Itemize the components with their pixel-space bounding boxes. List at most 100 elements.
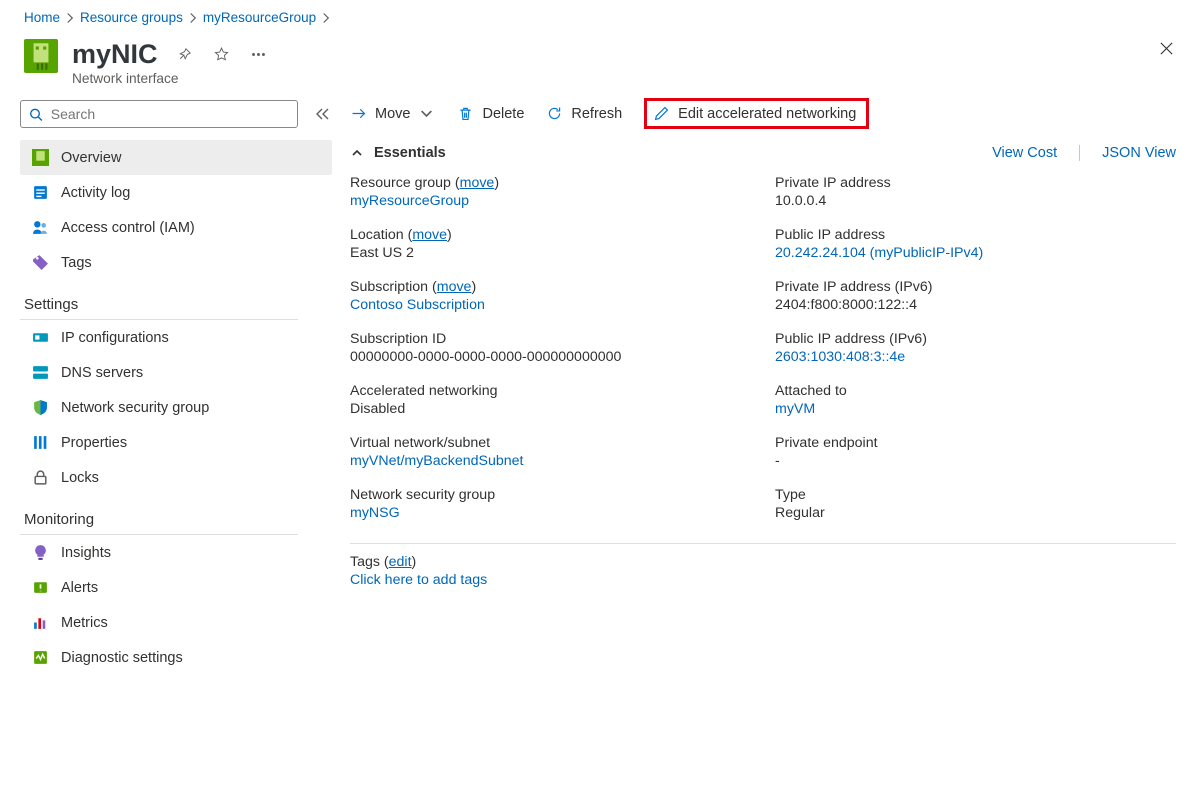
label-accelerated-networking: Accelerated networking bbox=[350, 383, 751, 399]
sidebar-item-diagnostic-settings[interactable]: Diagnostic settings bbox=[20, 640, 332, 675]
page-subtitle: Network interface bbox=[72, 71, 1157, 86]
label-attached-to: Attached to bbox=[775, 383, 1176, 399]
move-loc-link[interactable]: move bbox=[412, 227, 447, 243]
close-button[interactable] bbox=[1157, 39, 1176, 58]
insights-icon bbox=[32, 544, 49, 561]
edit-tags-link[interactable]: edit bbox=[389, 554, 412, 570]
sidebar-item-label: Properties bbox=[61, 435, 127, 451]
sidebar-item-label: Activity log bbox=[61, 185, 130, 201]
sidebar-item-metrics[interactable]: Metrics bbox=[20, 605, 332, 640]
move-button[interactable]: Move bbox=[350, 105, 435, 122]
refresh-icon bbox=[546, 105, 563, 122]
arrow-right-icon bbox=[350, 105, 367, 122]
star-icon bbox=[213, 46, 230, 63]
close-icon bbox=[1159, 41, 1174, 56]
value-nsg[interactable]: myNSG bbox=[350, 505, 400, 521]
sidebar-item-tags[interactable]: Tags bbox=[20, 245, 332, 280]
label-private-ip-v6: Private IP address (IPv6) bbox=[775, 279, 1176, 295]
sidebar-item-label: Tags bbox=[61, 255, 92, 271]
sidebar-item-overview[interactable]: Overview bbox=[20, 140, 332, 175]
value-subscription[interactable]: Contoso Subscription bbox=[350, 297, 485, 313]
search-input-wrap[interactable] bbox=[20, 100, 298, 128]
alerts-icon bbox=[32, 579, 49, 596]
ellipsis-icon bbox=[250, 46, 267, 63]
search-input[interactable] bbox=[51, 106, 289, 122]
collapse-sidebar-button[interactable] bbox=[312, 104, 332, 124]
more-button[interactable] bbox=[248, 44, 269, 65]
value-vnet-subnet[interactable]: myVNet/myBackendSubnet bbox=[350, 453, 524, 469]
sidebar-item-label: Metrics bbox=[61, 615, 108, 631]
value-public-ip-v6[interactable]: 2603:1030:408:3::4e bbox=[775, 349, 905, 365]
sidebar-item-dns-servers[interactable]: DNS servers bbox=[20, 355, 332, 390]
value-private-ip-v6: 2404:f800:8000:122::4 bbox=[775, 297, 1176, 313]
breadcrumb: Home Resource groups myResourceGroup bbox=[0, 0, 1200, 25]
value-type: Regular bbox=[775, 505, 1176, 521]
label-type: Type bbox=[775, 487, 1176, 503]
sidebar-item-label: Alerts bbox=[61, 580, 98, 596]
add-tags-link[interactable]: Click here to add tags bbox=[350, 572, 487, 588]
value-resource-group[interactable]: myResourceGroup bbox=[350, 193, 469, 209]
edit-accelerated-networking-button[interactable]: Edit accelerated networking bbox=[653, 105, 856, 122]
json-view-link[interactable]: JSON View bbox=[1102, 145, 1176, 161]
sidebar-item-activity-log[interactable]: Activity log bbox=[20, 175, 332, 210]
sidebar-item-label: Network security group bbox=[61, 400, 209, 416]
metrics-icon bbox=[32, 614, 49, 631]
essentials-title: Essentials bbox=[374, 145, 446, 161]
label-private-endpoint: Private endpoint bbox=[775, 435, 1176, 451]
sidebar: Overview Activity log Access control (IA… bbox=[0, 86, 340, 675]
value-accelerated-networking: Disabled bbox=[350, 401, 751, 417]
overview-icon bbox=[32, 149, 49, 166]
chevron-double-left-icon bbox=[314, 106, 330, 122]
sidebar-item-insights[interactable]: Insights bbox=[20, 535, 332, 570]
pin-icon bbox=[176, 46, 193, 63]
network-interface-icon bbox=[24, 39, 58, 73]
sidebar-item-label: Overview bbox=[61, 150, 121, 166]
label-public-ip-v6: Public IP address (IPv6) bbox=[775, 331, 1176, 347]
value-private-endpoint: - bbox=[775, 453, 1176, 469]
value-location: East US 2 bbox=[350, 245, 751, 261]
sidebar-item-access-control[interactable]: Access control (IAM) bbox=[20, 210, 332, 245]
sidebar-item-properties[interactable]: Properties bbox=[20, 425, 332, 460]
sidebar-item-label: Insights bbox=[61, 545, 111, 561]
ip-config-icon bbox=[32, 329, 49, 346]
value-public-ip[interactable]: 20.242.24.104 (myPublicIP-IPv4) bbox=[775, 245, 983, 261]
access-control-icon bbox=[32, 219, 49, 236]
sidebar-item-label: DNS servers bbox=[61, 365, 143, 381]
delete-button[interactable]: Delete bbox=[457, 105, 524, 122]
view-cost-link[interactable]: View Cost bbox=[992, 145, 1057, 161]
refresh-button[interactable]: Refresh bbox=[546, 105, 622, 122]
crumb-my-resource-group[interactable]: myResourceGroup bbox=[203, 10, 316, 25]
main-content: Move Delete Refresh Edit accelerated net… bbox=[340, 86, 1200, 675]
label-subscription-id: Subscription ID bbox=[350, 331, 751, 347]
value-attached-to[interactable]: myVM bbox=[775, 401, 815, 417]
sidebar-section-settings: Settings bbox=[20, 280, 298, 320]
chevron-right-icon bbox=[64, 12, 76, 24]
label-resource-group: Resource group bbox=[350, 175, 451, 191]
sidebar-item-locks[interactable]: Locks bbox=[20, 460, 332, 495]
label-subscription: Subscription bbox=[350, 279, 428, 295]
sidebar-item-nsg[interactable]: Network security group bbox=[20, 390, 332, 425]
move-rg-link[interactable]: move bbox=[460, 175, 495, 191]
toolbar: Move Delete Refresh Edit accelerated net… bbox=[350, 90, 1176, 145]
label-nsg: Network security group bbox=[350, 487, 751, 503]
sidebar-item-alerts[interactable]: Alerts bbox=[20, 570, 332, 605]
label-public-ip: Public IP address bbox=[775, 227, 1176, 243]
crumb-home[interactable]: Home bbox=[24, 10, 60, 25]
value-private-ip: 10.0.0.4 bbox=[775, 193, 1176, 209]
trash-icon bbox=[457, 105, 474, 122]
value-subscription-id: 00000000-0000-0000-0000-000000000000 bbox=[350, 349, 751, 365]
sidebar-item-label: Access control (IAM) bbox=[61, 220, 195, 236]
separator bbox=[1079, 145, 1080, 161]
label-location: Location bbox=[350, 227, 404, 243]
edit-icon bbox=[653, 105, 670, 122]
favorite-button[interactable] bbox=[211, 44, 232, 65]
label-tags: Tags bbox=[350, 554, 380, 570]
move-sub-link[interactable]: move bbox=[437, 279, 472, 295]
crumb-resource-groups[interactable]: Resource groups bbox=[80, 10, 183, 25]
label-vnet-subnet: Virtual network/subnet bbox=[350, 435, 751, 451]
separator bbox=[350, 543, 1176, 544]
lock-icon bbox=[32, 469, 49, 486]
chevron-up-icon[interactable] bbox=[350, 146, 364, 160]
sidebar-item-ip-configurations[interactable]: IP configurations bbox=[20, 320, 332, 355]
pin-button[interactable] bbox=[174, 44, 195, 65]
